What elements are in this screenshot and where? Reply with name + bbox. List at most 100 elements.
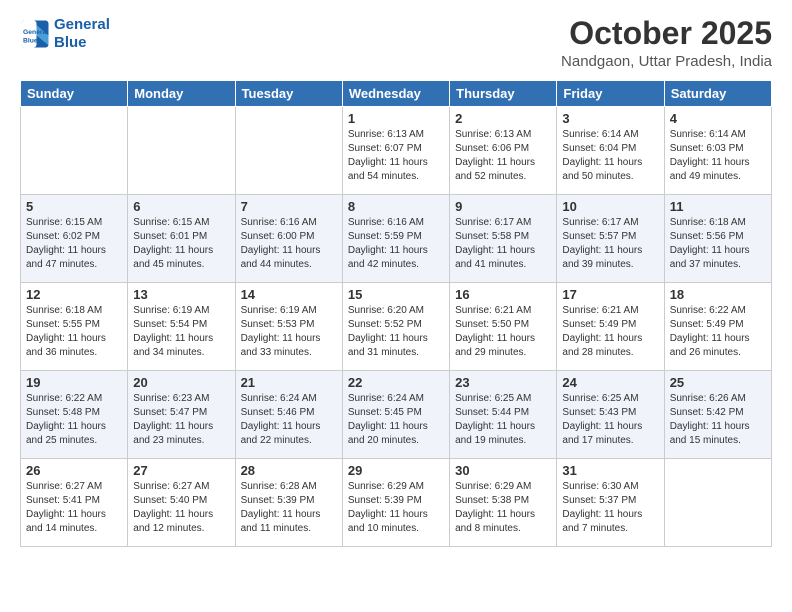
col-friday: Friday [557, 81, 664, 107]
cell-info: Sunrise: 6:17 AM Sunset: 5:58 PM Dayligh… [455, 216, 551, 272]
cell-info: Sunrise: 6:22 AM Sunset: 5:49 PM Dayligh… [670, 304, 766, 360]
logo: General Blue General Blue [20, 16, 110, 52]
cell-info: Sunrise: 6:28 AM Sunset: 5:39 PM Dayligh… [241, 480, 337, 536]
cell-info: Sunrise: 6:21 AM Sunset: 5:50 PM Dayligh… [455, 304, 551, 360]
cell-info: Sunrise: 6:22 AM Sunset: 5:48 PM Dayligh… [26, 392, 122, 448]
calendar-week-3: 12Sunrise: 6:18 AM Sunset: 5:55 PM Dayli… [21, 283, 772, 371]
day-number: 18 [670, 287, 766, 302]
title-block: October 2025 Nandgaon, Uttar Pradesh, In… [561, 16, 772, 70]
cell-info: Sunrise: 6:14 AM Sunset: 6:03 PM Dayligh… [670, 128, 766, 184]
calendar-cell: 16 Sunrise: 6:21 AM Sunset: 5:50 PM Dayli… [450, 283, 557, 371]
day-number: 6 [133, 199, 229, 214]
cell-info: Sunrise: 6:29 AM Sunset: 5:38 PM Dayligh… [455, 480, 551, 536]
calendar-cell: 14 Sunrise: 6:19 AM Sunset: 5:53 PM Dayli… [235, 283, 342, 371]
day-number: 22 [348, 375, 444, 390]
calendar-cell: 18 Sunrise: 6:22 AM Sunset: 5:49 PM Dayli… [664, 283, 771, 371]
calendar-cell: 6 Sunrise: 6:15 AM Sunset: 6:01 PM Daylig… [128, 195, 235, 283]
calendar-cell: 29Sunrise: 6:29 AM Sunset: 5:39 PM Dayli… [342, 459, 449, 547]
calendar-cell: 3Sunrise: 6:14 AM Sunset: 6:04 PM Daylig… [557, 107, 664, 195]
day-number: 14 [241, 287, 337, 302]
day-number: 28 [241, 463, 337, 478]
calendar-week-2: 5Sunrise: 6:15 AM Sunset: 6:02 PM Daylig… [21, 195, 772, 283]
calendar-cell: 30 Sunrise: 6:29 AM Sunset: 5:38 PM Dayli… [450, 459, 557, 547]
calendar-cell: 25 Sunrise: 6:26 AM Sunset: 5:42 PM Dayli… [664, 371, 771, 459]
day-number: 4 [670, 111, 766, 126]
calendar-cell: 11Sunrise: 6:18 AM Sunset: 5:56 PM Dayli… [664, 195, 771, 283]
cell-info: Sunrise: 6:16 AM Sunset: 5:59 PM Dayligh… [348, 216, 444, 272]
cell-info: Sunrise: 6:26 AM Sunset: 5:42 PM Dayligh… [670, 392, 766, 448]
calendar-cell: 8 Sunrise: 6:16 AM Sunset: 5:59 PM Daylig… [342, 195, 449, 283]
calendar-cell [21, 107, 128, 195]
cell-info: Sunrise: 6:18 AM Sunset: 5:56 PM Dayligh… [670, 216, 766, 272]
day-number: 30 [455, 463, 551, 478]
cell-info: Sunrise: 6:19 AM Sunset: 5:54 PM Dayligh… [133, 304, 229, 360]
calendar-cell: 21Sunrise: 6:24 AM Sunset: 5:46 PM Dayli… [235, 371, 342, 459]
logo-text: General Blue [54, 16, 110, 52]
cell-info: Sunrise: 6:15 AM Sunset: 6:02 PM Dayligh… [26, 216, 122, 272]
cell-info: Sunrise: 6:15 AM Sunset: 6:01 PM Dayligh… [133, 216, 229, 272]
day-number: 7 [241, 199, 337, 214]
col-saturday: Saturday [664, 81, 771, 107]
cell-info: Sunrise: 6:23 AM Sunset: 5:47 PM Dayligh… [133, 392, 229, 448]
day-number: 24 [562, 375, 658, 390]
day-number: 21 [241, 375, 337, 390]
col-monday: Monday [128, 81, 235, 107]
day-number: 23 [455, 375, 551, 390]
calendar-week-5: 26Sunrise: 6:27 AM Sunset: 5:41 PM Dayli… [21, 459, 772, 547]
day-number: 2 [455, 111, 551, 126]
day-number: 19 [26, 375, 122, 390]
logo-line1: General [54, 16, 110, 33]
day-number: 8 [348, 199, 444, 214]
page: General Blue General Blue October 2025 N… [0, 0, 792, 612]
col-wednesday: Wednesday [342, 81, 449, 107]
calendar-cell: 27Sunrise: 6:27 AM Sunset: 5:40 PM Dayli… [128, 459, 235, 547]
calendar-cell: 10 Sunrise: 6:17 AM Sunset: 5:57 PM Dayli… [557, 195, 664, 283]
calendar-cell: 23 Sunrise: 6:25 AM Sunset: 5:44 PM Dayli… [450, 371, 557, 459]
cell-info: Sunrise: 6:24 AM Sunset: 5:45 PM Dayligh… [348, 392, 444, 448]
day-number: 1 [348, 111, 444, 126]
cell-info: Sunrise: 6:21 AM Sunset: 5:49 PM Dayligh… [562, 304, 658, 360]
cell-info: Sunrise: 6:20 AM Sunset: 5:52 PM Dayligh… [348, 304, 444, 360]
svg-text:General: General [23, 29, 48, 36]
cell-info: Sunrise: 6:14 AM Sunset: 6:04 PM Dayligh… [562, 128, 658, 184]
calendar-cell: 28 Sunrise: 6:28 AM Sunset: 5:39 PM Dayli… [235, 459, 342, 547]
month-title: October 2025 [561, 16, 772, 51]
cell-info: Sunrise: 6:30 AM Sunset: 5:37 PM Dayligh… [562, 480, 658, 536]
calendar-cell: 26Sunrise: 6:27 AM Sunset: 5:41 PM Dayli… [21, 459, 128, 547]
day-number: 16 [455, 287, 551, 302]
calendar-cell: 24Sunrise: 6:25 AM Sunset: 5:43 PM Dayli… [557, 371, 664, 459]
calendar-cell: 13 Sunrise: 6:19 AM Sunset: 5:54 PM Dayli… [128, 283, 235, 371]
calendar-week-4: 19 Sunrise: 6:22 AM Sunset: 5:48 PM Dayli… [21, 371, 772, 459]
day-number: 27 [133, 463, 229, 478]
cell-info: Sunrise: 6:18 AM Sunset: 5:55 PM Dayligh… [26, 304, 122, 360]
calendar-cell: 17Sunrise: 6:21 AM Sunset: 5:49 PM Dayli… [557, 283, 664, 371]
calendar-cell: 31 Sunrise: 6:30 AM Sunset: 5:37 PM Dayli… [557, 459, 664, 547]
cell-info: Sunrise: 6:16 AM Sunset: 6:00 PM Dayligh… [241, 216, 337, 272]
cell-info: Sunrise: 6:25 AM Sunset: 5:44 PM Dayligh… [455, 392, 551, 448]
calendar-cell: 12Sunrise: 6:18 AM Sunset: 5:55 PM Dayli… [21, 283, 128, 371]
calendar-cell [664, 459, 771, 547]
col-tuesday: Tuesday [235, 81, 342, 107]
day-number: 20 [133, 375, 229, 390]
logo-line2: Blue [54, 34, 87, 51]
day-number: 25 [670, 375, 766, 390]
day-number: 9 [455, 199, 551, 214]
calendar-cell: 7 Sunrise: 6:16 AM Sunset: 6:00 PM Daylig… [235, 195, 342, 283]
header: General Blue General Blue October 2025 N… [20, 16, 772, 70]
cell-info: Sunrise: 6:13 AM Sunset: 6:06 PM Dayligh… [455, 128, 551, 184]
day-number: 31 [562, 463, 658, 478]
calendar-cell: 2 Sunrise: 6:13 AM Sunset: 6:06 PM Daylig… [450, 107, 557, 195]
calendar-cell: 15Sunrise: 6:20 AM Sunset: 5:52 PM Dayli… [342, 283, 449, 371]
day-number: 13 [133, 287, 229, 302]
calendar-cell: 9 Sunrise: 6:17 AM Sunset: 5:58 PM Daylig… [450, 195, 557, 283]
cell-info: Sunrise: 6:19 AM Sunset: 5:53 PM Dayligh… [241, 304, 337, 360]
location: Nandgaon, Uttar Pradesh, India [561, 53, 772, 70]
calendar-week-1: 1Sunrise: 6:13 AM Sunset: 6:07 PM Daylig… [21, 107, 772, 195]
calendar-cell: 4 Sunrise: 6:14 AM Sunset: 6:03 PM Daylig… [664, 107, 771, 195]
day-number: 29 [348, 463, 444, 478]
header-row: Sunday Monday Tuesday Wednesday Thursday… [21, 81, 772, 107]
day-number: 10 [562, 199, 658, 214]
calendar-cell: 20 Sunrise: 6:23 AM Sunset: 5:47 PM Dayli… [128, 371, 235, 459]
cell-info: Sunrise: 6:17 AM Sunset: 5:57 PM Dayligh… [562, 216, 658, 272]
col-sunday: Sunday [21, 81, 128, 107]
